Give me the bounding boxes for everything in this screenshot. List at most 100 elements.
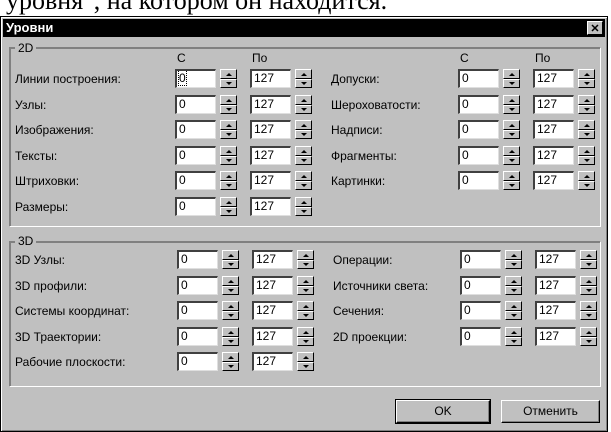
level-from-spinner[interactable] bbox=[222, 301, 239, 320]
spin-down-icon[interactable] bbox=[220, 79, 237, 88]
level-to-input[interactable]: 127 bbox=[533, 120, 574, 139]
spin-up-icon[interactable] bbox=[297, 250, 314, 260]
spin-up-icon[interactable] bbox=[503, 94, 520, 105]
spin-down-icon[interactable] bbox=[578, 130, 595, 139]
spin-down-icon[interactable] bbox=[503, 104, 520, 114]
spin-down-icon[interactable] bbox=[297, 260, 314, 269]
spin-up-icon[interactable] bbox=[295, 94, 312, 105]
level-from-spinner[interactable] bbox=[503, 145, 520, 165]
level-to-spinner[interactable] bbox=[297, 275, 314, 295]
level-from-spinner[interactable] bbox=[503, 69, 520, 88]
level-from-spinner[interactable] bbox=[220, 171, 237, 190]
level-to-spinner[interactable] bbox=[297, 326, 314, 346]
spin-down-icon[interactable] bbox=[295, 155, 312, 165]
spin-down-icon[interactable] bbox=[222, 285, 239, 295]
spin-down-icon[interactable] bbox=[222, 336, 239, 346]
level-from-input[interactable]: 0 bbox=[177, 326, 218, 346]
level-to-spinner[interactable] bbox=[578, 69, 595, 88]
cancel-button[interactable]: Отменить bbox=[501, 400, 600, 423]
spin-down-icon[interactable] bbox=[297, 336, 314, 346]
spin-down-icon[interactable] bbox=[297, 362, 314, 371]
level-to-spinner[interactable] bbox=[295, 196, 312, 216]
level-from-input[interactable]: 0 bbox=[460, 275, 501, 295]
level-from-spinner[interactable] bbox=[503, 171, 520, 190]
spin-up-icon[interactable] bbox=[578, 120, 595, 130]
spin-up-icon[interactable] bbox=[580, 326, 597, 337]
spin-up-icon[interactable] bbox=[220, 94, 237, 105]
level-from-spinner[interactable] bbox=[222, 275, 239, 295]
level-to-input[interactable]: 127 bbox=[250, 69, 291, 88]
level-from-input[interactable]: 0 bbox=[458, 120, 499, 139]
level-from-spinner[interactable] bbox=[505, 326, 522, 346]
spin-up-icon[interactable] bbox=[578, 69, 595, 79]
level-to-spinner[interactable] bbox=[295, 120, 312, 139]
level-to-spinner[interactable] bbox=[295, 94, 312, 114]
level-from-input[interactable]: 0 bbox=[460, 250, 501, 269]
spin-up-icon[interactable] bbox=[297, 326, 314, 337]
spin-up-icon[interactable] bbox=[503, 171, 520, 181]
spin-down-icon[interactable] bbox=[220, 206, 237, 216]
spin-up-icon[interactable] bbox=[222, 301, 239, 311]
spin-down-icon[interactable] bbox=[505, 285, 522, 295]
level-from-spinner[interactable] bbox=[220, 94, 237, 114]
level-from-input[interactable]: 0 bbox=[175, 69, 216, 88]
level-from-spinner[interactable] bbox=[220, 69, 237, 88]
spin-down-icon[interactable] bbox=[578, 155, 595, 165]
level-to-input[interactable]: 127 bbox=[535, 250, 576, 269]
level-from-spinner[interactable] bbox=[222, 326, 239, 346]
level-to-spinner[interactable] bbox=[580, 275, 597, 295]
spin-up-icon[interactable] bbox=[220, 196, 237, 207]
level-to-spinner[interactable] bbox=[578, 120, 595, 139]
spin-down-icon[interactable] bbox=[295, 79, 312, 88]
spin-up-icon[interactable] bbox=[295, 120, 312, 130]
level-from-input[interactable]: 0 bbox=[177, 275, 218, 295]
level-to-input[interactable]: 127 bbox=[252, 352, 293, 371]
spin-down-icon[interactable] bbox=[503, 79, 520, 88]
spin-down-icon[interactable] bbox=[580, 260, 597, 269]
spin-down-icon[interactable] bbox=[220, 104, 237, 114]
spin-down-icon[interactable] bbox=[580, 336, 597, 346]
level-from-spinner[interactable] bbox=[222, 352, 239, 371]
level-to-input[interactable]: 127 bbox=[252, 275, 293, 295]
spin-up-icon[interactable] bbox=[503, 120, 520, 130]
level-to-input[interactable]: 127 bbox=[533, 69, 574, 88]
spin-down-icon[interactable] bbox=[220, 130, 237, 139]
level-to-input[interactable]: 127 bbox=[535, 301, 576, 320]
spin-up-icon[interactable] bbox=[220, 120, 237, 130]
level-to-spinner[interactable] bbox=[580, 250, 597, 269]
level-from-input[interactable]: 0 bbox=[460, 301, 501, 320]
level-from-input[interactable]: 0 bbox=[458, 69, 499, 88]
spin-up-icon[interactable] bbox=[580, 250, 597, 260]
spin-up-icon[interactable] bbox=[503, 145, 520, 156]
level-from-input[interactable]: 0 bbox=[175, 120, 216, 139]
spin-up-icon[interactable] bbox=[295, 69, 312, 79]
spin-up-icon[interactable] bbox=[578, 145, 595, 156]
spin-up-icon[interactable] bbox=[297, 275, 314, 286]
level-to-input[interactable]: 127 bbox=[250, 94, 291, 114]
level-from-spinner[interactable] bbox=[505, 250, 522, 269]
level-to-spinner[interactable] bbox=[295, 69, 312, 88]
spin-down-icon[interactable] bbox=[295, 206, 312, 216]
level-to-spinner[interactable] bbox=[578, 145, 595, 165]
level-from-input[interactable]: 0 bbox=[177, 250, 218, 269]
spin-down-icon[interactable] bbox=[580, 285, 597, 295]
level-to-input[interactable]: 127 bbox=[535, 326, 576, 346]
level-from-input[interactable]: 0 bbox=[175, 145, 216, 165]
spin-up-icon[interactable] bbox=[220, 69, 237, 79]
spin-down-icon[interactable] bbox=[295, 130, 312, 139]
level-from-input[interactable]: 0 bbox=[458, 145, 499, 165]
spin-down-icon[interactable] bbox=[505, 260, 522, 269]
spin-up-icon[interactable] bbox=[503, 69, 520, 79]
level-to-input[interactable]: 127 bbox=[250, 171, 291, 190]
level-from-input[interactable]: 0 bbox=[458, 94, 499, 114]
spin-down-icon[interactable] bbox=[297, 285, 314, 295]
level-from-input[interactable]: 0 bbox=[175, 171, 216, 190]
close-icon[interactable]: ✕ bbox=[587, 21, 603, 35]
level-to-spinner[interactable] bbox=[297, 301, 314, 320]
spin-up-icon[interactable] bbox=[580, 275, 597, 286]
level-to-spinner[interactable] bbox=[295, 171, 312, 190]
level-from-spinner[interactable] bbox=[220, 120, 237, 139]
level-to-spinner[interactable] bbox=[297, 352, 314, 371]
spin-down-icon[interactable] bbox=[503, 155, 520, 165]
level-to-spinner[interactable] bbox=[580, 326, 597, 346]
